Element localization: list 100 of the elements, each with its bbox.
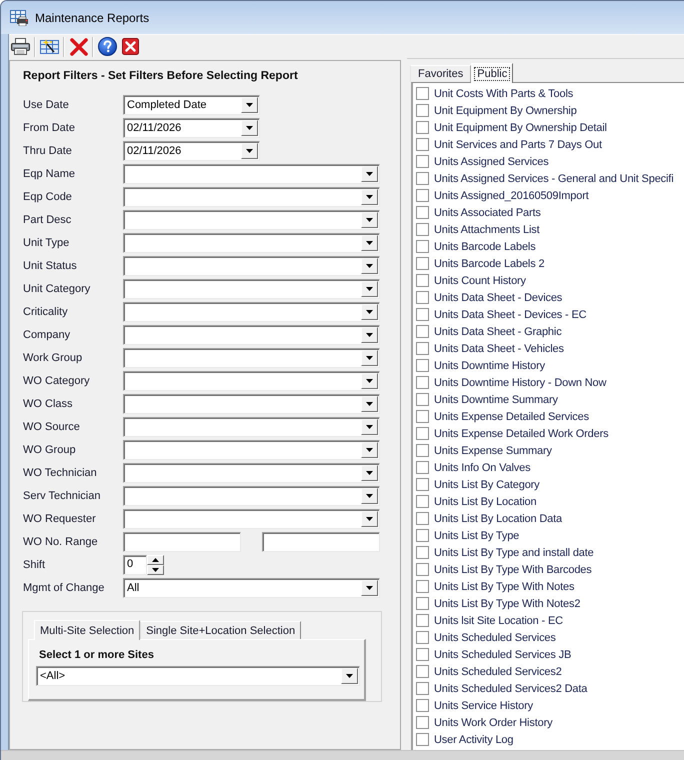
help-button[interactable] [96,36,119,58]
dropdown-field[interactable] [123,463,380,483]
checkbox[interactable] [416,631,429,644]
report-item[interactable]: Units Assigned Services [434,156,549,168]
dropdown-button[interactable] [361,304,378,320]
dropdown-field[interactable]: <All> [36,666,360,686]
dropdown-button[interactable] [361,580,378,596]
checkbox[interactable] [416,376,429,389]
input-field[interactable] [123,532,241,552]
spin-up-button[interactable] [147,555,164,565]
checkbox[interactable] [416,189,429,202]
checkbox[interactable] [416,563,429,576]
checkbox[interactable] [416,665,429,678]
dropdown-button[interactable] [361,212,378,228]
report-item[interactable]: Units Downtime History [434,360,546,372]
tab[interactable]: Multi-Site Selection [34,620,140,640]
report-item[interactable]: Units Barcode Labels [434,240,536,252]
report-item[interactable]: Units Data Sheet - Devices [434,292,562,304]
checkbox[interactable] [416,478,429,491]
checkbox[interactable] [416,495,429,508]
checkbox[interactable] [416,325,429,338]
checkbox[interactable] [416,274,429,287]
checkbox[interactable] [416,461,429,474]
report-item[interactable]: Units Barcode Labels 2 [434,258,544,270]
dropdown-button[interactable] [241,97,258,113]
checkbox[interactable] [416,614,429,627]
dropdown-field[interactable]: All [123,578,380,598]
dropdown-field[interactable] [123,233,380,253]
checkbox[interactable] [416,359,429,372]
dropdown-field[interactable]: Completed Date [123,95,260,115]
checkbox[interactable] [416,257,429,270]
report-item[interactable]: Unit Equipment By Ownership Detail [434,122,607,134]
report-item[interactable]: Units Associated Parts [434,206,541,218]
dropdown-button[interactable] [361,419,378,435]
input-field[interactable] [262,532,380,552]
checkbox[interactable] [416,529,429,542]
dropdown-field[interactable] [123,256,380,276]
report-item[interactable]: Units Expense Detailed Work Orders [434,428,608,440]
checkbox[interactable] [416,87,429,100]
dropdown-button[interactable] [361,189,378,205]
report-item[interactable]: Unit Equipment By Ownership [434,104,577,116]
dropdown-button[interactable] [361,488,378,504]
dropdown-field[interactable]: 02/11/2026 [123,118,260,138]
report-item[interactable]: Units List By Location [434,496,536,508]
spin-down-button[interactable] [147,565,164,575]
checkbox[interactable] [416,172,429,185]
delete-button[interactable] [67,36,90,58]
dropdown-field[interactable] [123,371,380,391]
report-item[interactable]: Units Assigned Services - General and Unit Specifi [434,172,674,184]
report-item[interactable]: Units Data Sheet - Graphic [434,326,562,338]
checkbox[interactable] [416,393,429,406]
checkbox[interactable] [416,444,429,457]
report-item[interactable]: Units Scheduled Services2 [434,666,562,678]
dropdown-field[interactable] [123,325,380,345]
report-item[interactable]: Units Data Sheet - Devices - EC [434,308,586,320]
dropdown-button[interactable] [361,511,378,527]
checkbox[interactable] [416,682,429,695]
report-item[interactable]: Units Expense Detailed Services [434,410,589,422]
report-item[interactable]: Units Scheduled Services2 Data [434,682,588,694]
checkbox[interactable] [416,206,429,219]
dropdown-button[interactable] [361,166,378,182]
checkbox[interactable] [416,580,429,593]
report-item[interactable]: Units Work Order History [434,716,552,728]
dropdown-field[interactable] [123,164,380,184]
dropdown-button[interactable] [241,120,258,136]
dropdown-button[interactable] [361,396,378,412]
report-item[interactable]: Unit Services and Parts 7 Days Out [434,138,602,150]
report-item[interactable]: Units Scheduled Services JB [434,648,572,660]
report-item[interactable]: Units List By Type With Notes [434,580,574,592]
checkbox[interactable] [416,512,429,525]
report-item[interactable]: Units Downtime History - Down Now [434,376,606,388]
checkbox[interactable] [416,342,429,355]
report-item[interactable]: Units lsit Site Location - EC [434,614,563,626]
report-item[interactable]: Units List By Type With Notes2 [434,598,580,610]
dropdown-button[interactable] [361,465,378,481]
report-item[interactable]: Units List By Type and install date [434,546,594,558]
checkbox[interactable] [416,138,429,151]
dropdown-field[interactable] [123,394,380,414]
checkbox[interactable] [416,121,429,134]
report-item[interactable]: Units Data Sheet - Vehicles [434,342,564,354]
report-item[interactable]: Unit Costs With Parts & Tools [434,88,574,100]
dropdown-button[interactable] [241,143,258,159]
report-item[interactable]: Units Attachments List [434,224,540,236]
tab[interactable]: Public [471,63,514,83]
report-item[interactable]: Units Expense Summary [434,444,552,456]
report-item[interactable]: Units Info On Valves [434,462,530,474]
report-item[interactable]: Units List By Category [434,478,540,490]
report-item[interactable]: Units Assigned_20160509Import [434,190,589,202]
dropdown-button[interactable] [361,373,378,389]
checkbox[interactable] [416,240,429,253]
checkbox[interactable] [416,733,429,746]
dropdown-button[interactable] [361,442,378,458]
report-item[interactable]: Units Count History [434,274,526,286]
dropdown-button[interactable] [341,668,358,684]
dropdown-button[interactable] [361,258,378,274]
report-item[interactable]: Units Scheduled Services [434,632,556,644]
close-button[interactable] [119,36,142,58]
checkbox[interactable] [416,410,429,423]
dropdown-field[interactable] [123,486,380,506]
checkbox[interactable] [416,291,429,304]
